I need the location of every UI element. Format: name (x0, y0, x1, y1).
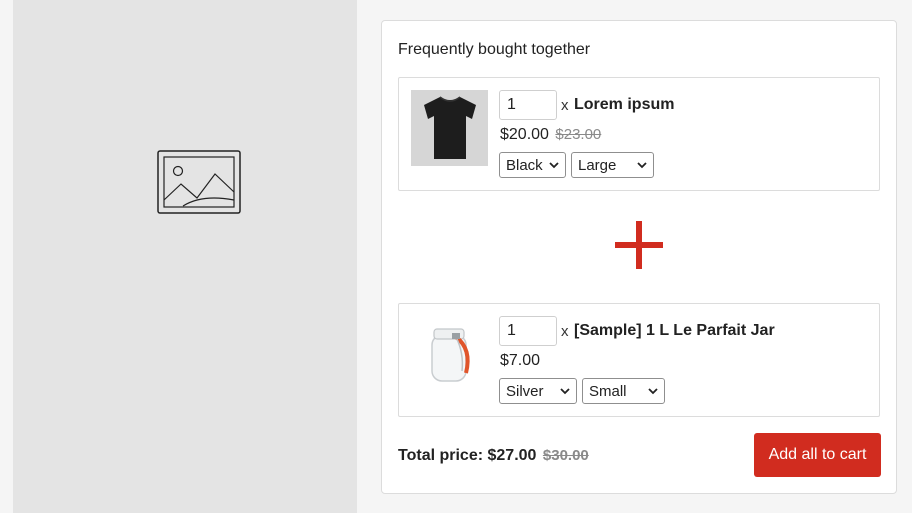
color-select-value: Silver (506, 382, 544, 400)
product-thumbnail-jar[interactable] (411, 316, 488, 392)
options-row: Silver Small (499, 378, 665, 404)
total-price-value: $27.00 (487, 447, 537, 464)
size-select[interactable]: Small (582, 378, 665, 404)
current-price: $20.00 (500, 126, 549, 143)
total-original-price: $30.00 (542, 447, 589, 464)
product-thumbnail-tshirt[interactable] (411, 90, 488, 166)
quantity-input[interactable] (499, 316, 557, 346)
options-row: Black Large (499, 152, 654, 178)
current-price: $7.00 (500, 352, 541, 369)
bundle-item: x Lorem ipsum $20.00 $23.00 Black Large (398, 77, 880, 191)
price-row: $7.00 (500, 352, 540, 370)
price-row: $20.00 $23.00 (500, 126, 601, 144)
chevron-down-icon (648, 388, 658, 395)
quantity-input[interactable] (499, 90, 557, 120)
bundle-item: x [Sample] 1 L Le Parfait Jar $7.00 Silv… (398, 303, 880, 417)
image-placeholder-icon (157, 150, 241, 214)
size-select-value: Large (578, 156, 617, 174)
product-name[interactable]: Lorem ipsum (574, 96, 674, 114)
plus-icon (615, 221, 663, 269)
times-sign: x (561, 323, 569, 340)
chevron-down-icon (637, 162, 647, 169)
total-price-label: Total price: (398, 447, 484, 464)
color-select[interactable]: Silver (499, 378, 577, 404)
bundle-panel: Frequently bought together x Lorem ipsum… (381, 20, 897, 494)
color-select[interactable]: Black (499, 152, 566, 178)
bundle-title: Frequently bought together (398, 41, 591, 58)
product-name[interactable]: [Sample] 1 L Le Parfait Jar (574, 322, 775, 340)
chevron-down-icon (560, 388, 570, 395)
product-image-panel (13, 0, 357, 513)
size-select-value: Small (589, 382, 627, 400)
add-all-to-cart-button[interactable]: Add all to cart (754, 433, 881, 477)
times-sign: x (561, 97, 569, 114)
color-select-value: Black (506, 156, 543, 174)
original-price: $23.00 (555, 126, 602, 143)
glass-jar-icon (430, 328, 470, 382)
total-price-row: Total price: $27.00 $30.00 (398, 447, 589, 465)
tshirt-icon (423, 96, 476, 159)
chevron-down-icon (549, 162, 559, 169)
size-select[interactable]: Large (571, 152, 654, 178)
